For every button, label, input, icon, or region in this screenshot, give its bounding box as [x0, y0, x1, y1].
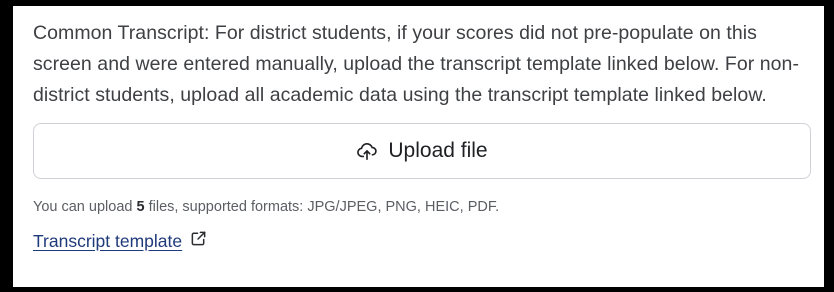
transcript-template-label: Transcript template	[33, 230, 183, 251]
external-link-icon	[190, 230, 207, 252]
upload-hint-max-files: 5	[136, 199, 145, 215]
upload-hint-suffix: files, supported formats: JPG/JPEG, PNG,…	[144, 199, 500, 215]
cloud-upload-icon	[356, 141, 378, 161]
transcript-template-link[interactable]: Transcript template	[33, 230, 207, 252]
upload-file-button[interactable]: Upload file	[33, 123, 811, 179]
upload-hint-prefix: You can upload	[33, 199, 137, 215]
upload-field: Common Transcript: For district students…	[33, 18, 813, 252]
field-description: Common Transcript: For district students…	[33, 22, 800, 106]
upload-file-label: Upload file	[388, 139, 488, 162]
upload-hint: You can upload 5 files, supported format…	[33, 197, 813, 217]
screenshot-frame: Common Transcript: For district students…	[0, 0, 834, 292]
